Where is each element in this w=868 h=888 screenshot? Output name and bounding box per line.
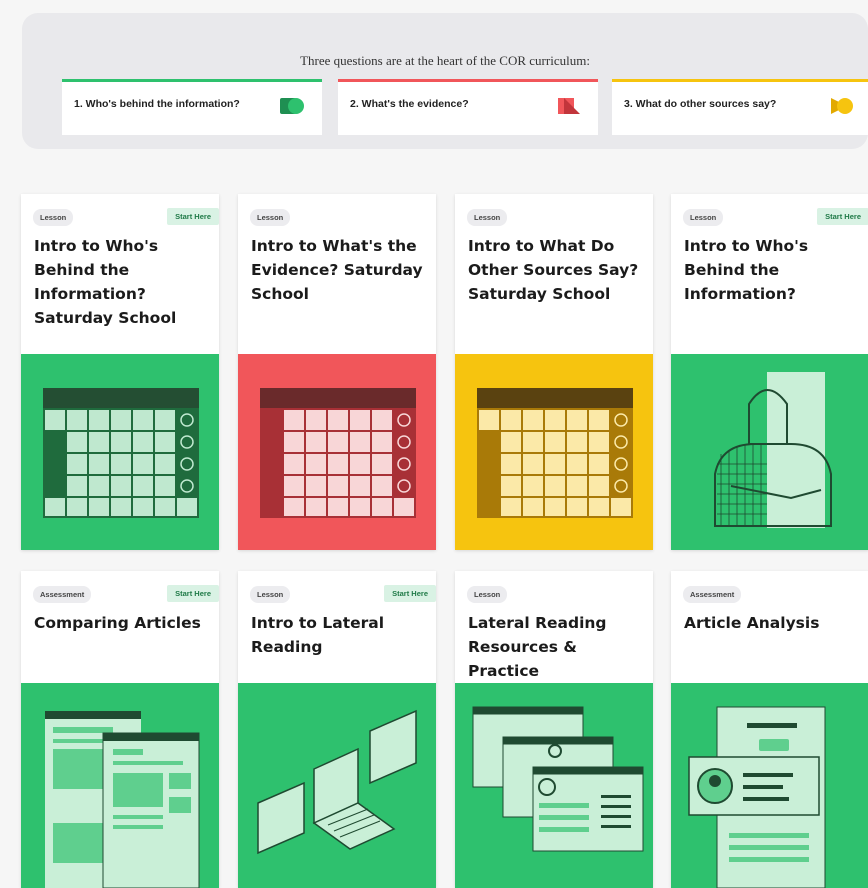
- card-title: Comparing Articles: [34, 614, 201, 632]
- card-illustration: [21, 354, 219, 550]
- calendar-illustration-icon: [43, 388, 199, 518]
- start-here-badge: Start Here: [167, 585, 219, 602]
- assessment-card[interactable]: Assessment Article Analysis: [671, 571, 868, 888]
- card-type-badge: Lesson: [250, 209, 291, 226]
- card-type-badge: Lesson: [683, 209, 724, 226]
- lesson-card[interactable]: Lesson Start Here Intro to Lateral Readi…: [238, 571, 436, 888]
- card-type-badge: Lesson: [250, 586, 291, 603]
- card-title: Intro to Lateral Reading: [251, 614, 385, 656]
- card-illustration: [455, 354, 653, 550]
- card-illustration: [671, 354, 868, 550]
- questions-panel: Three questions are at the heart of the …: [22, 13, 868, 149]
- start-here-badge: Start Here: [167, 208, 219, 225]
- lesson-card[interactable]: Lesson Start Here Intro to Who's Behind …: [671, 194, 868, 550]
- card-title: Lateral Reading Resources & Practice: [468, 614, 607, 680]
- question-card-1[interactable]: 1. Who's behind the information?: [62, 79, 322, 135]
- card-type-badge: Lesson: [467, 209, 508, 226]
- question-label-3: 3. What do other sources say?: [624, 98, 777, 110]
- calendar-illustration-icon: [477, 388, 633, 518]
- browser-windows-illustration-icon: [472, 706, 644, 852]
- calendar-illustration-icon: [260, 388, 416, 518]
- question-label-2: 2. What's the evidence?: [350, 98, 469, 110]
- card-title: Intro to What Do Other Sources Say? Satu…: [468, 237, 639, 303]
- card-illustration: [238, 683, 436, 888]
- start-here-badge: Start Here: [384, 585, 436, 602]
- laptop-windows-illustration-icon: [257, 709, 417, 855]
- page: Three questions are at the heart of the …: [0, 0, 868, 888]
- document-profile-illustration-icon: [688, 706, 826, 888]
- green-shapes-icon: [280, 98, 304, 114]
- question-label-1: 1. Who's behind the information?: [74, 98, 240, 110]
- person-illustration-icon: [714, 372, 832, 528]
- red-shapes-icon: [558, 98, 580, 114]
- question-card-3[interactable]: 3. What do other sources say?: [612, 79, 868, 135]
- start-here-badge: Start Here: [817, 208, 868, 225]
- questions-intro: Three questions are at the heart of the …: [300, 53, 590, 68]
- card-title: Intro to What's the Evidence? Saturday S…: [251, 237, 423, 303]
- card-illustration: [455, 683, 653, 888]
- lesson-card[interactable]: Lesson Lateral Reading Resources & Pract…: [455, 571, 653, 888]
- lesson-card[interactable]: Lesson Intro to What's the Evidence? Sat…: [238, 194, 436, 550]
- assessment-card[interactable]: Assessment Start Here Comparing Articles: [21, 571, 219, 888]
- card-type-badge: Lesson: [33, 209, 74, 226]
- card-title: Article Analysis: [684, 614, 820, 632]
- card-illustration: [671, 683, 868, 888]
- lesson-card[interactable]: Lesson Intro to What Do Other Sources Sa…: [455, 194, 653, 550]
- card-title: Intro to Who's Behind the Information?: [684, 237, 809, 303]
- yellow-shapes-icon: [831, 98, 853, 114]
- card-illustration: [238, 354, 436, 550]
- articles-illustration-icon: [45, 711, 200, 888]
- card-type-badge: Assessment: [33, 586, 92, 603]
- card-title: Intro to Who's Behind the Information? S…: [34, 237, 177, 327]
- lesson-card[interactable]: Lesson Start Here Intro to Who's Behind …: [21, 194, 219, 550]
- card-type-badge: Lesson: [467, 586, 508, 603]
- card-illustration: [21, 683, 219, 888]
- question-card-2[interactable]: 2. What's the evidence?: [338, 79, 598, 135]
- card-type-badge: Assessment: [683, 586, 742, 603]
